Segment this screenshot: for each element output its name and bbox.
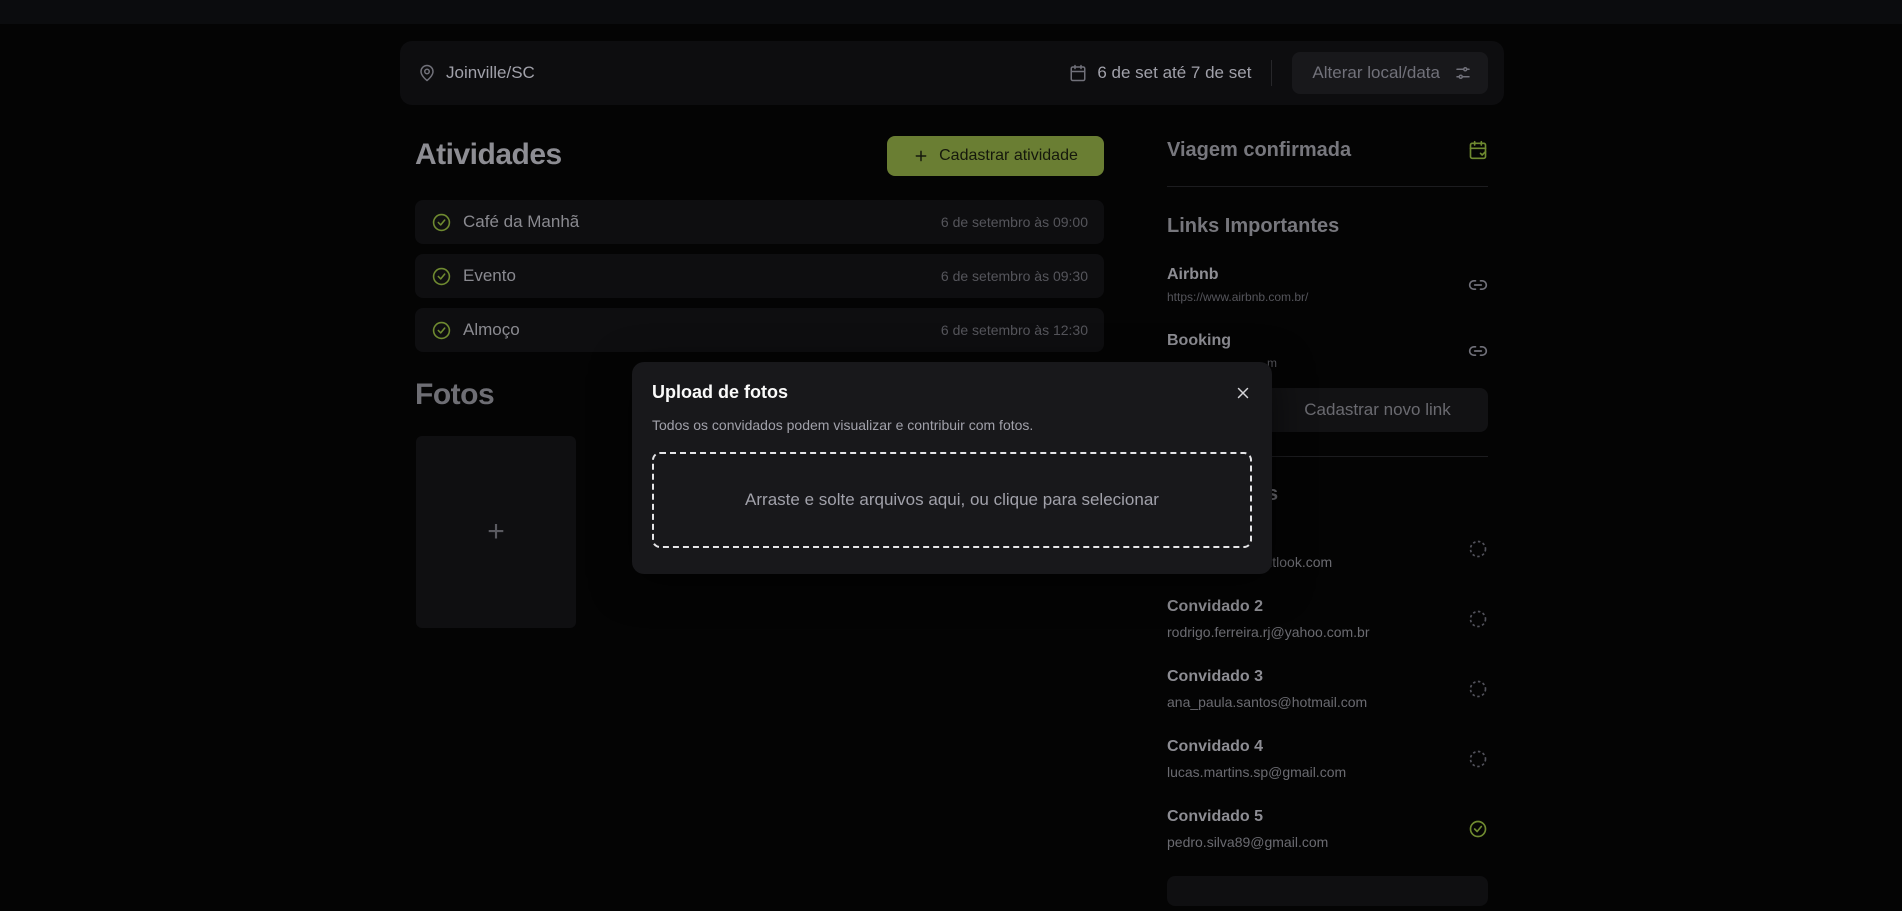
circle-check-icon	[432, 267, 451, 286]
file-dropzone[interactable]: Arraste e solte arquivos aqui, ou clique…	[652, 452, 1252, 548]
circle-check-icon	[432, 321, 451, 340]
circle-check-icon[interactable]	[1468, 819, 1488, 839]
circle-dashed-icon[interactable]	[1468, 679, 1488, 699]
change-button-label: Alterar local/data	[1312, 63, 1440, 82]
link-name: Airbnb	[1167, 266, 1219, 283]
plus-icon: +	[487, 515, 505, 548]
links-title: Links Importantes	[1167, 215, 1340, 237]
activity-item[interactable]: Café da Manhã 6 de setembro às 09:00	[415, 200, 1104, 244]
guest-email: ana_paula.santos@hotmail.com	[1167, 694, 1368, 710]
activity-time: 6 de setembro às 12:30	[940, 322, 1088, 338]
sliders-icon	[1454, 64, 1472, 82]
location-label: Joinville/SC	[446, 63, 535, 82]
circle-dashed-icon[interactable]	[1468, 539, 1488, 559]
dates-label: 6 de set até 7 de set	[1097, 63, 1252, 82]
trip-status: Viagem confirmada	[1167, 134, 1488, 166]
guest-item: Convidado 3 ana_paula.santos@hotmail.com	[1167, 654, 1488, 724]
guest-name: Convidado 2	[1167, 598, 1264, 615]
map-pin-icon	[418, 63, 436, 83]
divider	[1167, 186, 1488, 187]
guest-email: rodrigo.ferreira.rj@yahoo.com.br	[1167, 624, 1370, 640]
header-divider	[1271, 60, 1273, 86]
manage-guests-button[interactable]	[1167, 876, 1488, 906]
guest-email: pedro.silva89@gmail.com	[1167, 834, 1329, 850]
activity-time: 6 de setembro às 09:30	[940, 268, 1088, 284]
trip-header: Joinville/SC 6 de set até 7 de set Alter…	[400, 41, 1504, 105]
guest-name: Convidado 3	[1167, 668, 1264, 685]
photos-title: Fotos	[415, 378, 495, 411]
activity-list: Café da Manhã 6 de setembro às 09:00 Eve…	[415, 200, 1104, 362]
modal-title: Upload de fotos	[652, 382, 788, 402]
link-icon[interactable]	[1468, 275, 1488, 295]
top-strip	[0, 0, 1902, 24]
calendar-icon	[1069, 63, 1087, 83]
guest-item: Convidado 4 lucas.martins.sp@gmail.com	[1167, 724, 1488, 794]
modal-subtitle: Todos os convidados podem visualizar e c…	[652, 417, 1034, 433]
activity-name: Almoço	[463, 320, 520, 339]
circle-dashed-icon[interactable]	[1468, 609, 1488, 629]
link-item: Airbnb https://www.airbnb.com.br/	[1167, 252, 1488, 318]
guest-name: Convidado 5	[1167, 808, 1264, 825]
activity-item[interactable]: Almoço 6 de setembro às 12:30	[415, 308, 1104, 352]
change-location-date-button[interactable]: Alterar local/data	[1292, 52, 1488, 94]
trip-dates: 6 de set até 7 de set	[1069, 63, 1251, 83]
calendar-check-icon[interactable]	[1468, 140, 1488, 160]
dropzone-text: Arraste e solte arquivos aqui, ou clique…	[745, 490, 1159, 509]
trip-confirmed-label: Viagem confirmada	[1167, 138, 1352, 161]
add-photo-button[interactable]: +	[416, 436, 576, 628]
link-url[interactable]: https://www.airbnb.com.br/	[1167, 290, 1308, 304]
guest-item: Convidado 2 rodrigo.ferreira.rj@yahoo.co…	[1167, 584, 1488, 654]
link-icon[interactable]	[1468, 341, 1488, 361]
location: Joinville/SC	[418, 63, 535, 83]
link-name: Booking	[1167, 332, 1231, 349]
activity-name: Evento	[463, 266, 516, 285]
activity-item[interactable]: Evento 6 de setembro às 09:30	[415, 254, 1104, 298]
guest-email: lucas.martins.sp@gmail.com	[1167, 764, 1347, 780]
guest-name: Convidado 4	[1167, 738, 1264, 755]
circle-check-icon	[432, 213, 451, 232]
guest-item: Convidado 5 pedro.silva89@gmail.com	[1167, 794, 1488, 864]
upload-photos-modal: Upload de fotos Todos os convidados pode…	[632, 362, 1272, 574]
circle-dashed-icon[interactable]	[1468, 749, 1488, 769]
activities-title: Atividades	[415, 138, 562, 171]
plus-icon	[913, 148, 929, 164]
add-activity-button[interactable]: Cadastrar atividade	[887, 136, 1104, 176]
add-activity-label: Cadastrar atividade	[939, 147, 1078, 164]
activity-time: 6 de setembro às 09:00	[940, 214, 1088, 230]
close-icon[interactable]	[1234, 384, 1252, 402]
activity-name: Café da Manhã	[463, 212, 580, 231]
